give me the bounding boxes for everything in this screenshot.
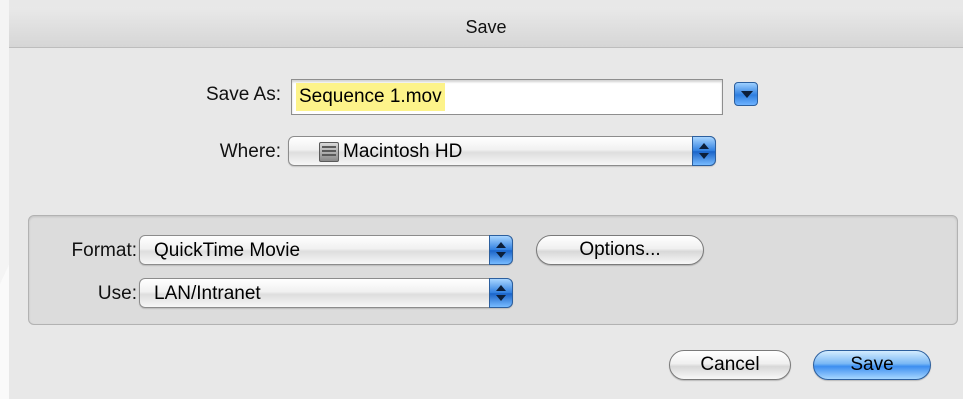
where-popup[interactable]: Macintosh HD: [288, 136, 716, 166]
where-value: Macintosh HD: [343, 141, 463, 162]
chevron-down-icon: [741, 91, 753, 98]
save-button[interactable]: Save: [813, 350, 931, 380]
format-value: QuickTime Movie: [154, 240, 301, 261]
popup-arrows-icon: [489, 278, 513, 308]
where-label: Where:: [219, 141, 281, 162]
window-title: Save: [465, 17, 507, 37]
title-bar: Save: [9, 7, 963, 48]
format-options-panel: [28, 215, 958, 325]
use-label: Use:: [97, 283, 137, 304]
popup-arrows-icon: [489, 235, 513, 265]
use-value: LAN/Intranet: [154, 283, 261, 304]
expand-disclosure-button[interactable]: [734, 82, 758, 106]
save-as-field[interactable]: Sequence 1.mov: [291, 79, 723, 115]
hard-drive-icon: [319, 142, 339, 162]
format-popup[interactable]: QuickTime Movie: [139, 235, 513, 265]
popup-arrows-icon: [692, 136, 716, 166]
save-as-value[interactable]: Sequence 1.mov: [296, 83, 445, 111]
cancel-button[interactable]: Cancel: [669, 350, 791, 380]
save-sheet: Save Save As: Sequence 1.mov Where: Maci…: [9, 0, 963, 399]
options-button[interactable]: Options...: [536, 235, 704, 265]
use-popup[interactable]: LAN/Intranet: [139, 278, 513, 308]
save-as-label: Save As:: [206, 84, 281, 105]
format-label: Format:: [71, 240, 137, 261]
